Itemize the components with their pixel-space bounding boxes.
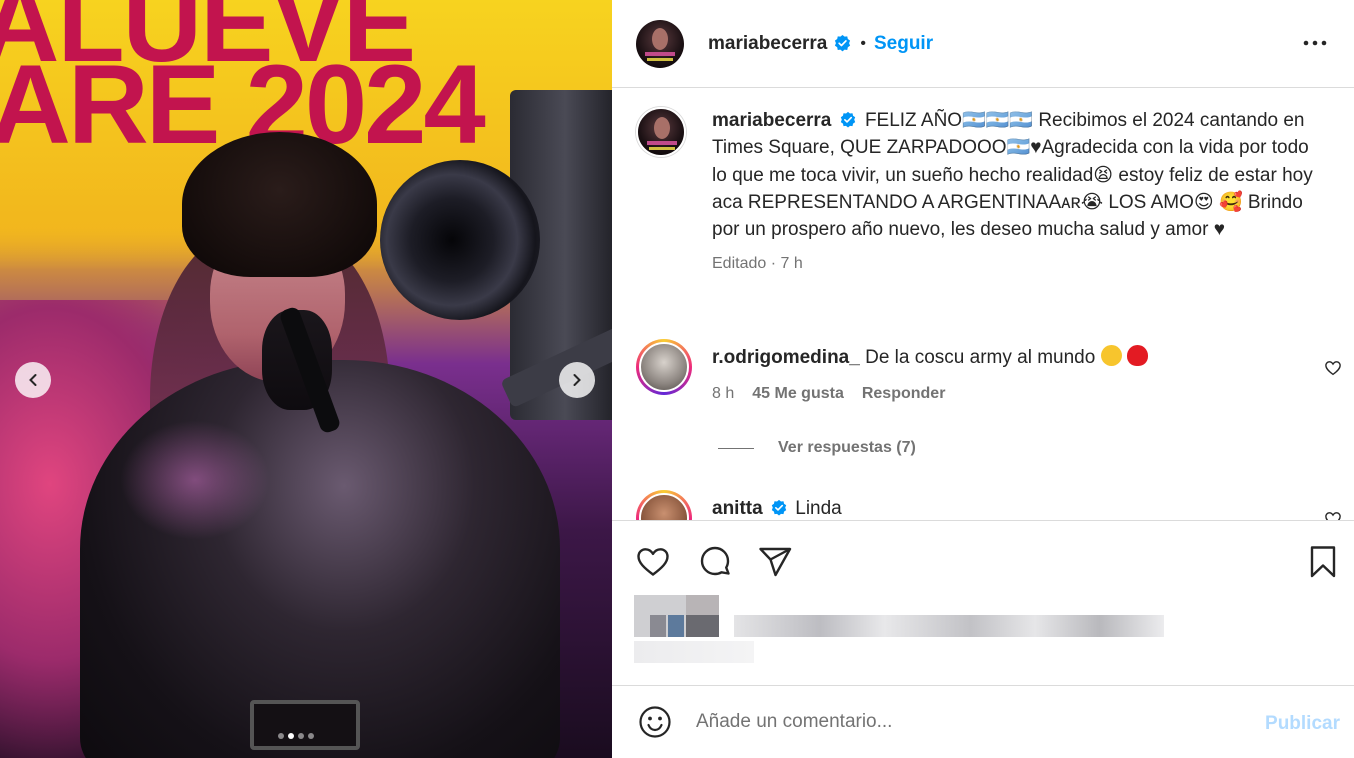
comment-text: Linda <box>795 498 842 519</box>
view-replies-label: Ver respuestas (7) <box>778 439 916 456</box>
comment-input[interactable] <box>696 711 1216 733</box>
carousel-indicator <box>278 733 314 739</box>
verified-badge-icon <box>835 34 851 52</box>
comment-item: anitta Linda <box>636 490 842 520</box>
red-heart-emoji <box>1126 345 1148 366</box>
comment-icon[interactable] <box>696 543 734 581</box>
share-icon[interactable] <box>756 543 794 581</box>
more-options-icon[interactable] <box>1302 34 1328 52</box>
carousel-dot-active <box>288 733 294 739</box>
raising-hands-emoji <box>1100 345 1122 366</box>
heart-icon[interactable] <box>634 543 672 581</box>
publish-button[interactable]: Publicar <box>1265 713 1340 735</box>
verified-badge-icon <box>771 499 787 516</box>
author-avatar[interactable] <box>636 19 684 68</box>
carousel-next-button[interactable] <box>559 362 595 398</box>
replies-divider <box>718 447 754 449</box>
comment-likes[interactable]: 45 Me gusta <box>752 385 844 403</box>
chevron-left-icon <box>29 374 37 386</box>
comment-composer: Publicar <box>612 685 1354 758</box>
singer-fur-hat <box>182 132 377 277</box>
post-actions <box>612 520 1354 685</box>
comment-time: 8 h <box>712 385 735 402</box>
view-replies-button[interactable]: Ver respuestas (7) <box>718 439 916 457</box>
carousel-dot <box>308 733 314 739</box>
comment-heart-icon[interactable] <box>1324 359 1342 377</box>
post-media[interactable]: ALUEVE ARE 2024 <box>0 0 612 758</box>
post-caption: mariabecerra FELIZ AÑO🇦🇷🇦🇷🇦🇷 Recibimos e… <box>636 107 1322 273</box>
carousel-dot <box>298 733 304 739</box>
bookmark-icon[interactable] <box>1304 543 1342 581</box>
post-header: mariabecerra • Seguir <box>612 0 1354 88</box>
comment-heart-icon[interactable] <box>1324 510 1342 520</box>
caption-author-avatar[interactable] <box>636 107 686 157</box>
emoji-icon[interactable] <box>638 705 672 739</box>
reply-button[interactable]: Responder <box>862 385 946 403</box>
chevron-right-icon <box>573 374 581 386</box>
comment-text: De la coscu army al mundo <box>865 347 1096 368</box>
carousel-dot <box>278 733 284 739</box>
commenter-username[interactable]: r.odrigomedina_ <box>712 347 860 368</box>
caption-username[interactable]: mariabecerra <box>712 110 831 131</box>
caption-meta: Editado · 7 h <box>712 255 803 273</box>
header-separator: • <box>860 34 866 52</box>
post-detail-panel: mariabecerra • Seguir mariabecerra FELIZ… <box>612 0 1354 758</box>
carousel-prev-button[interactable] <box>15 362 51 398</box>
commenter-avatar[interactable] <box>636 339 692 395</box>
verified-badge-icon <box>840 111 855 128</box>
singer-belt <box>250 700 360 750</box>
follow-button[interactable]: Seguir <box>874 33 933 55</box>
commenter-avatar[interactable] <box>636 490 692 520</box>
comments-section[interactable]: mariabecerra FELIZ AÑO🇦🇷🇦🇷🇦🇷 Recibimos e… <box>612 89 1354 520</box>
author-username[interactable]: mariabecerra <box>708 33 827 55</box>
commenter-username[interactable]: anitta <box>712 498 763 519</box>
comment-item: r.odrigomedina_ De la coscu army al mund… <box>636 339 1148 403</box>
